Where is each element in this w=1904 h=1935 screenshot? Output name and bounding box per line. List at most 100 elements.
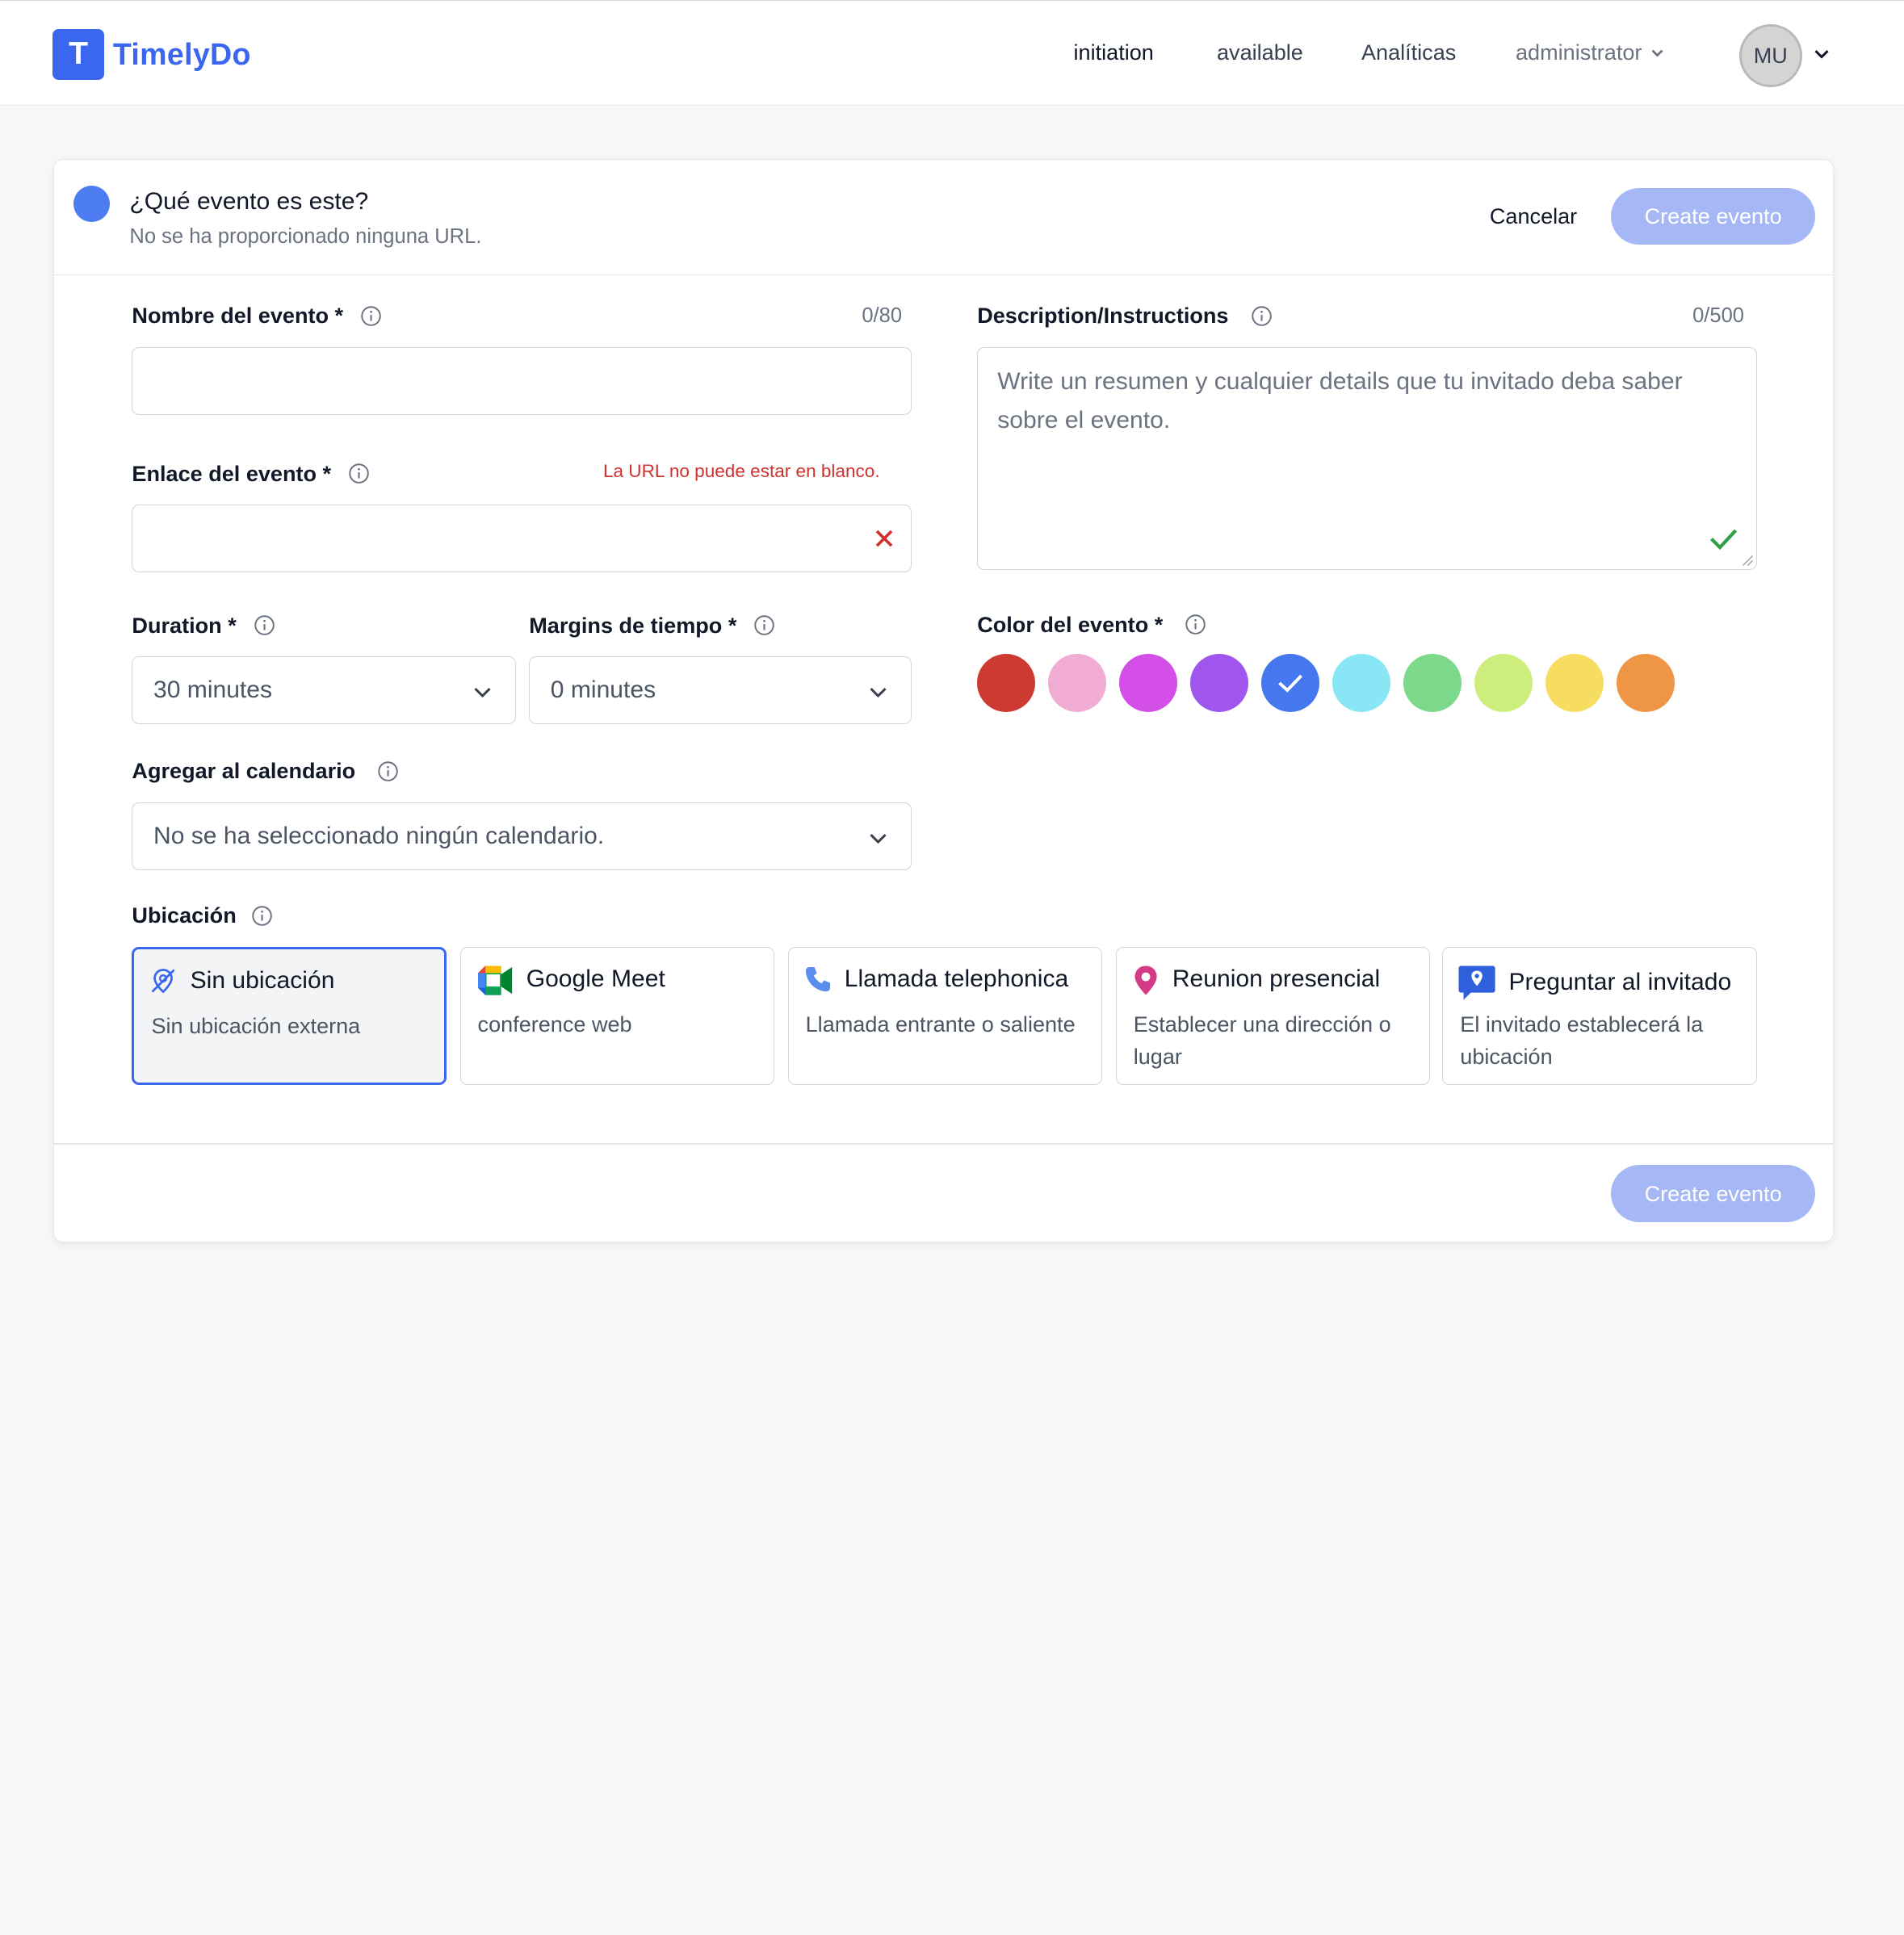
- margins-value: 0 minutes: [550, 676, 656, 704]
- resize-handle-icon[interactable]: [1742, 555, 1754, 567]
- calendar-label: Agregar al calendario: [132, 758, 399, 784]
- phone-icon: [803, 965, 832, 994]
- footer-divider: [54, 1143, 1834, 1145]
- chevron-down-icon: [473, 688, 491, 698]
- description-counter: 0/500: [1692, 304, 1744, 327]
- chevron-down-icon: [870, 833, 887, 844]
- event-link-input[interactable]: [132, 505, 912, 573]
- color-swatch[interactable]: [1332, 654, 1391, 713]
- nav-admin-dropdown[interactable]: administrator: [1516, 40, 1666, 65]
- nav-admin-label: administrator: [1515, 40, 1642, 65]
- event-form-card: ¿Qué evento es este? No se ha proporcion…: [53, 159, 1835, 1242]
- nav-available[interactable]: available: [1217, 40, 1303, 65]
- color-swatch[interactable]: [1261, 654, 1320, 713]
- location-option-desc: conference web: [477, 1011, 632, 1037]
- nav-initiation[interactable]: initiation: [1074, 40, 1154, 65]
- event-name-counter: 0/80: [862, 304, 903, 327]
- info-icon[interactable]: [1185, 614, 1206, 635]
- calendar-value: No se ha seleccionado ningún calendario.: [153, 822, 605, 849]
- calendar-select[interactable]: No se ha seleccionado ningún calendario.: [132, 802, 912, 870]
- location-option-label: Preguntar al invitado: [1508, 969, 1732, 996]
- info-icon[interactable]: [753, 614, 775, 636]
- location-option-label: Google Meet: [526, 965, 665, 992]
- location-option-title: Reunion presencial: [1131, 965, 1381, 995]
- color-swatch[interactable]: [1474, 654, 1533, 713]
- duration-value: 30 minutes: [153, 676, 273, 704]
- check-icon: [1709, 529, 1737, 551]
- description-placeholder: Write un resumen y cualquier details que…: [997, 367, 1683, 433]
- duration-label: Duration *: [132, 613, 275, 639]
- event-name-label-text: Nombre del evento *: [132, 303, 344, 329]
- location-option-google-meet[interactable]: Google Meet conference web: [459, 946, 775, 1086]
- chevron-down-icon: [1651, 49, 1663, 57]
- page-title: ¿Qué evento es este?: [129, 187, 369, 215]
- info-icon[interactable]: [377, 760, 399, 782]
- info-icon[interactable]: [254, 614, 275, 636]
- cancel-button[interactable]: Cancelar: [1490, 203, 1577, 229]
- color-swatch[interactable]: [1190, 654, 1249, 713]
- error-x-icon: [875, 530, 893, 547]
- info-icon[interactable]: [348, 463, 370, 484]
- ask-invitee-icon: [1457, 965, 1496, 1001]
- description-label: Description/Instructions: [977, 303, 1272, 329]
- app-name: TimelyDo: [112, 36, 251, 71]
- location-option-desc: Llamada entrante o saliente: [805, 1011, 1076, 1037]
- color-swatch[interactable]: [1048, 654, 1107, 713]
- location-option-phone-call[interactable]: Llamada telephonica Llamada entrante o s…: [787, 946, 1103, 1086]
- chevron-down-icon[interactable]: [1812, 44, 1831, 63]
- description-label-text: Description/Instructions: [977, 303, 1229, 329]
- duration-label-text: Duration *: [132, 613, 237, 638]
- location-option-desc: El invitado establecerá la ubicación: [1460, 1011, 1704, 1070]
- no-location-icon: [149, 966, 178, 995]
- create-event-button-bottom[interactable]: Create evento: [1611, 1165, 1815, 1222]
- location-option-label: Sin ubicación: [190, 966, 335, 994]
- create-event-button-top[interactable]: Create evento: [1611, 187, 1815, 245]
- location-label: Ubicación: [132, 903, 272, 928]
- map-pin-icon: [1131, 965, 1160, 995]
- location-option-no-location[interactable]: Sin ubicación Sin ubicación externa: [132, 946, 447, 1086]
- location-option-desc: Sin ubicación externa: [151, 1012, 361, 1038]
- logo-mark: T: [52, 28, 105, 80]
- google-meet-icon: [476, 965, 514, 995]
- location-option-in-person[interactable]: Reunion presencial Establecer una direcc…: [1115, 946, 1431, 1086]
- color-swatch[interactable]: [1545, 654, 1604, 713]
- location-option-label: Llamada telephonica: [844, 965, 1069, 992]
- color-swatch[interactable]: [1617, 654, 1675, 713]
- margins-select[interactable]: 0 minutes: [529, 656, 912, 725]
- nav-analytics[interactable]: Analíticas: [1361, 40, 1456, 65]
- margins-label-text: Margins de tiempo *: [529, 613, 737, 638]
- info-icon[interactable]: [360, 305, 382, 327]
- location-option-ask-invitee[interactable]: Preguntar al invitado El invitado establ…: [1442, 946, 1757, 1086]
- app-logo[interactable]: T TimelyDo: [52, 28, 251, 80]
- location-option-title: Sin ubicación: [149, 966, 334, 995]
- calendar-label-text: Agregar al calendario: [132, 758, 356, 784]
- location-label-text: Ubicación: [132, 903, 237, 928]
- event-link-label: Enlace del evento *: [132, 461, 370, 487]
- location-option-label: Reunion presencial: [1172, 965, 1381, 992]
- chevron-down-icon: [870, 688, 887, 698]
- event-name-input[interactable]: [132, 346, 912, 415]
- duration-select[interactable]: 30 minutes: [132, 656, 516, 725]
- info-icon[interactable]: [251, 905, 273, 927]
- color-swatch[interactable]: [1119, 654, 1178, 713]
- margins-label: Margins de tiempo *: [529, 613, 775, 639]
- location-option-title: Google Meet: [476, 965, 665, 995]
- top-navbar: T TimelyDo initiation available Analític…: [0, 0, 1904, 106]
- location-option-title: Preguntar al invitado: [1457, 965, 1731, 1001]
- page-subtitle: No se ha proporcionado ninguna URL.: [129, 225, 482, 249]
- location-option-desc: Establecer una dirección o lugar: [1133, 1011, 1391, 1070]
- description-textarea[interactable]: Write un resumen y cualquier details que…: [977, 346, 1757, 571]
- event-name-label: Nombre del evento *: [132, 303, 382, 329]
- check-icon: [1278, 674, 1303, 693]
- event-color-label: Color del evento *: [977, 612, 1206, 638]
- event-color-label-text: Color del evento *: [977, 611, 1164, 637]
- card-header: ¿Qué evento es este? No se ha proporcion…: [54, 160, 1834, 275]
- info-icon[interactable]: [1251, 305, 1273, 327]
- event-link-error: La URL no puede estar en blanco.: [602, 461, 880, 481]
- location-option-title: Llamada telephonica: [803, 965, 1069, 994]
- event-link-label-text: Enlace del evento *: [132, 461, 332, 486]
- color-swatch[interactable]: [1403, 654, 1462, 713]
- event-color-dot: [73, 185, 111, 222]
- avatar[interactable]: MU: [1738, 23, 1802, 87]
- color-swatch[interactable]: [977, 654, 1036, 713]
